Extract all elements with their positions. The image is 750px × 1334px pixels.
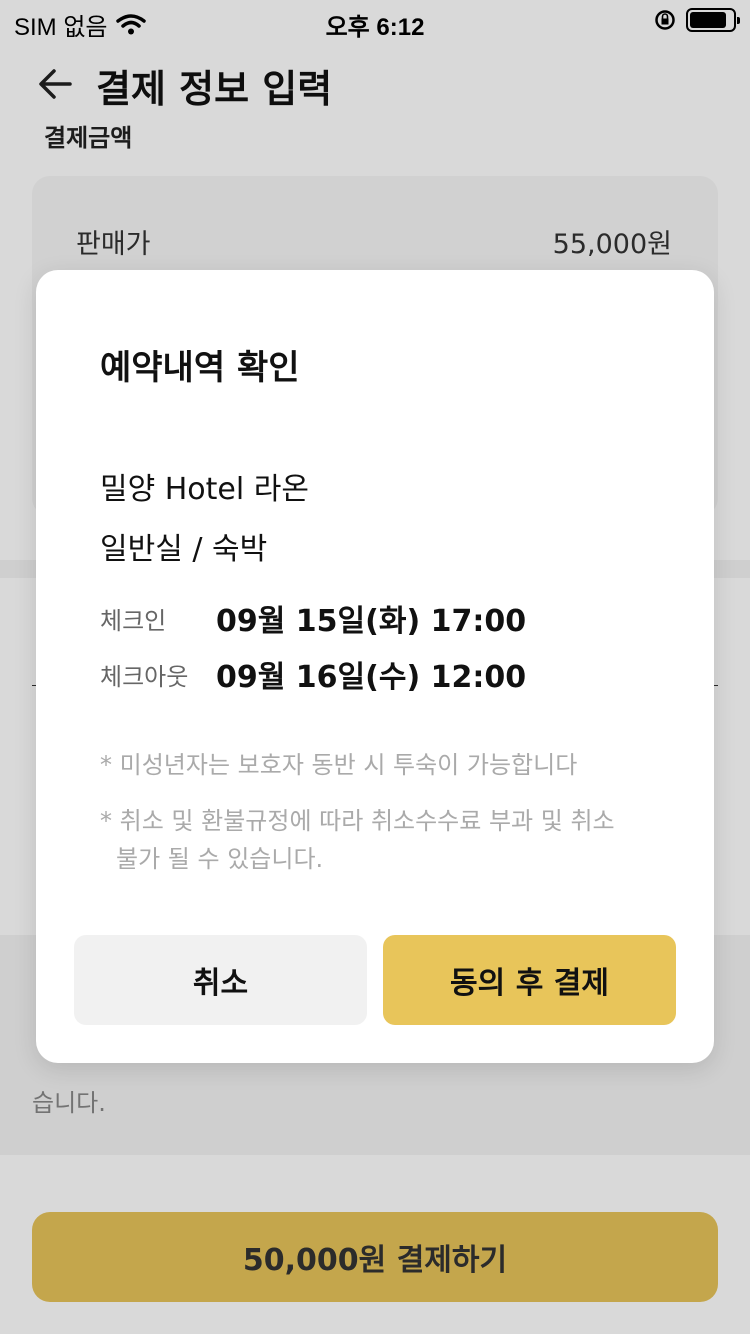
checkout-value: 09월 16일(수) 12:00 (216, 660, 527, 695)
room-type: 일반실 / 숙박 (100, 532, 268, 567)
dialog-title: 예약내역 확인 (100, 348, 300, 388)
checkin-row: 체크인 09월 15일(화) 17:00 (100, 596, 526, 640)
cancellation-note-line-1: * 취소 및 환불규정에 따라 취소수수료 부과 및 취소 (100, 807, 615, 835)
minor-guardian-note: * 미성년자는 보호자 동반 시 투숙이 가능합니다 (100, 751, 578, 779)
checkin-label: 체크인 (100, 606, 167, 635)
checkout-row: 체크아웃 09월 16일(수) 12:00 (100, 652, 526, 696)
checkout-label: 체크아웃 (100, 662, 189, 691)
hotel-name: 밀양 Hotel 라온 (100, 472, 309, 507)
agree-and-pay-button[interactable]: 동의 후 결제 (383, 935, 676, 1025)
checkin-value: 09월 15일(화) 17:00 (216, 604, 527, 639)
cancel-button[interactable]: 취소 (74, 935, 367, 1025)
cancellation-policy-note: * 취소 및 환불규정에 따라 취소수수료 부과 및 취소 불가 될 수 있습니… (100, 802, 660, 878)
cancellation-note-line-2: 불가 될 수 있습니다. (116, 845, 324, 873)
reservation-confirm-dialog: 예약내역 확인 밀양 Hotel 라온 일반실 / 숙박 체크인 09월 15일… (36, 270, 714, 1063)
